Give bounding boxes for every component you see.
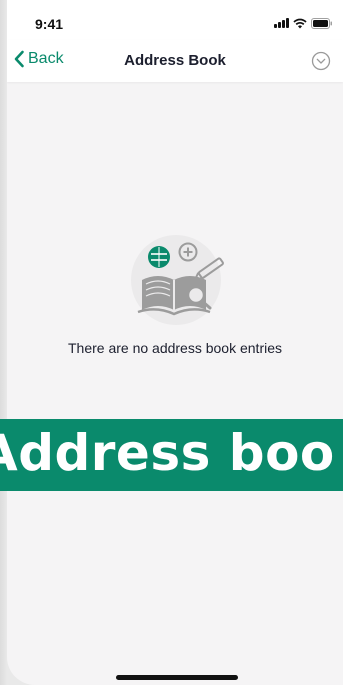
status-icons bbox=[274, 17, 333, 29]
options-circle-icon[interactable] bbox=[311, 51, 331, 71]
home-indicator[interactable] bbox=[116, 675, 238, 680]
empty-state: There are no address book entries bbox=[7, 230, 343, 356]
overlay-banner: Address boo bbox=[0, 419, 343, 491]
navigation-bar: Back Address Book bbox=[7, 40, 343, 82]
banner-text: Address boo bbox=[0, 424, 335, 482]
battery-icon bbox=[311, 17, 332, 29]
device-bezel bbox=[0, 0, 7, 685]
address-book-illustration-icon bbox=[131, 235, 224, 325]
wifi-icon bbox=[293, 18, 307, 28]
status-time: 9:41 bbox=[35, 16, 64, 32]
status-bar: 9:41 bbox=[7, 0, 343, 40]
app-screen: 9:41 Back Address Book There are no addr… bbox=[7, 0, 343, 685]
signal-icon bbox=[274, 18, 289, 28]
empty-message: There are no address book entries bbox=[67, 340, 282, 356]
page-title: Address Book bbox=[124, 52, 226, 69]
